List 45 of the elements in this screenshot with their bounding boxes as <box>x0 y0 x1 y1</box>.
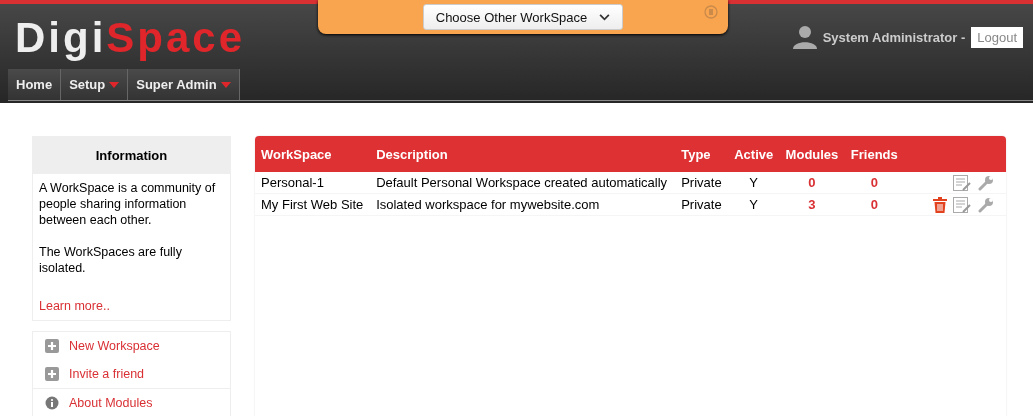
caret-icon <box>220 81 231 88</box>
wrench-icon[interactable] <box>978 174 994 191</box>
nav-item[interactable]: Super Admin <box>128 69 240 100</box>
nav-item[interactable]: Setup <box>61 69 129 100</box>
caret-icon <box>109 81 120 88</box>
info-icon <box>45 396 59 410</box>
column-header: Friends <box>844 136 904 172</box>
workspace-dropdown[interactable]: Choose Other WorkSpace <box>422 4 624 30</box>
table-cell: 0 <box>779 172 845 194</box>
edit-icon[interactable] <box>953 196 972 213</box>
table-cell: Y <box>728 172 780 194</box>
table-cell: 0 <box>844 172 904 194</box>
nav-item[interactable]: Home <box>8 69 62 100</box>
plus-icon <box>45 339 59 353</box>
column-header: Description <box>370 136 676 172</box>
edit-icon[interactable] <box>953 174 972 191</box>
table-cell: Isolated workspace for mywebsite.com <box>370 193 676 216</box>
plus-icon <box>45 367 59 381</box>
column-header: WorkSpace <box>255 136 371 172</box>
column-header: Modules <box>779 136 845 172</box>
info-paragraph: A WorkSpace is a community of people sharing information between each other. <box>39 180 217 228</box>
action-link[interactable]: Invite a friend <box>69 367 145 381</box>
user-icon <box>792 25 817 49</box>
logout-button[interactable]: Logout <box>971 26 1023 48</box>
trash-icon[interactable] <box>932 196 947 213</box>
chevron-icon <box>599 13 611 21</box>
action-link[interactable]: About Modules <box>69 396 153 410</box>
table-cell: 3 <box>779 193 845 216</box>
table-cell: Private <box>675 172 728 194</box>
learn-more-link[interactable]: Learn more.. <box>39 298 110 314</box>
table-cell: Private <box>675 193 728 216</box>
action-link[interactable]: New Workspace <box>69 339 160 353</box>
table-cell: 0 <box>844 193 904 216</box>
info-paragraph: The WorkSpaces are fully isolated. <box>39 244 183 276</box>
table-cell: Personal-1 <box>255 172 371 194</box>
logo-text-accent: Space <box>106 14 246 61</box>
table-cell: My First Web Site <box>255 193 371 216</box>
wrench-icon[interactable] <box>978 196 994 213</box>
panel-title: Information <box>33 137 230 174</box>
table-cell: Default Personal Workspace created automatically <box>370 172 676 194</box>
logo-text: Digi <box>15 14 107 61</box>
user-name: System Administrator - <box>822 29 966 45</box>
column-header: Type <box>675 136 728 172</box>
table-cell: Y <box>728 193 780 216</box>
column-header: Active <box>728 136 780 172</box>
